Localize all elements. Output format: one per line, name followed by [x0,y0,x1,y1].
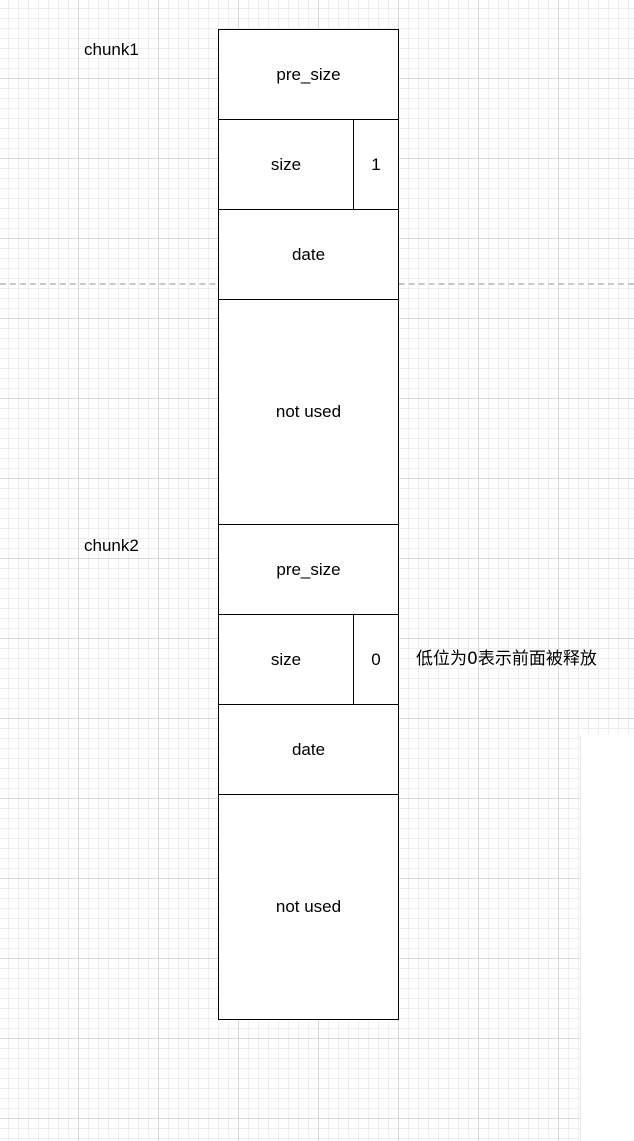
chunk1-flag-field: 1 [353,119,399,210]
chunk2-data-field: date [218,704,399,795]
chunk2-data-label: date [291,739,326,759]
chunk2-flag-field: 0 [353,614,399,705]
chunk1-unused-field: not used [218,299,399,525]
chunk1-pre-size-label: pre_size [276,64,341,84]
chunk2-unused-label: not used [275,897,342,916]
chunk2-flag-label: 0 [371,649,381,669]
flag-annotation: 低位为0表示前面被释放 [416,649,597,669]
chunk1-flag-label: 1 [371,154,381,174]
chunk1-size-label: size [270,154,302,174]
chunk1-size-field: size [218,119,354,210]
chunk1-unused-label: not used [275,402,342,421]
chunk2-label: chunk2 [84,536,139,555]
chunk1-label: chunk1 [84,40,139,59]
chunk2-pre-size-field: pre_size [218,524,399,615]
chunk1-data-field: date [218,209,399,300]
chunk1-pre-size-field: pre_size [218,29,399,120]
chunk2-size-field: size [218,614,354,705]
chunk2-size-label: size [270,649,302,669]
chunk2-unused-field: not used [218,794,399,1020]
chunk2-pre-size-label: pre_size [276,559,341,579]
chunk1-data-label: date [291,244,326,264]
canvas-edge [580,735,634,1141]
